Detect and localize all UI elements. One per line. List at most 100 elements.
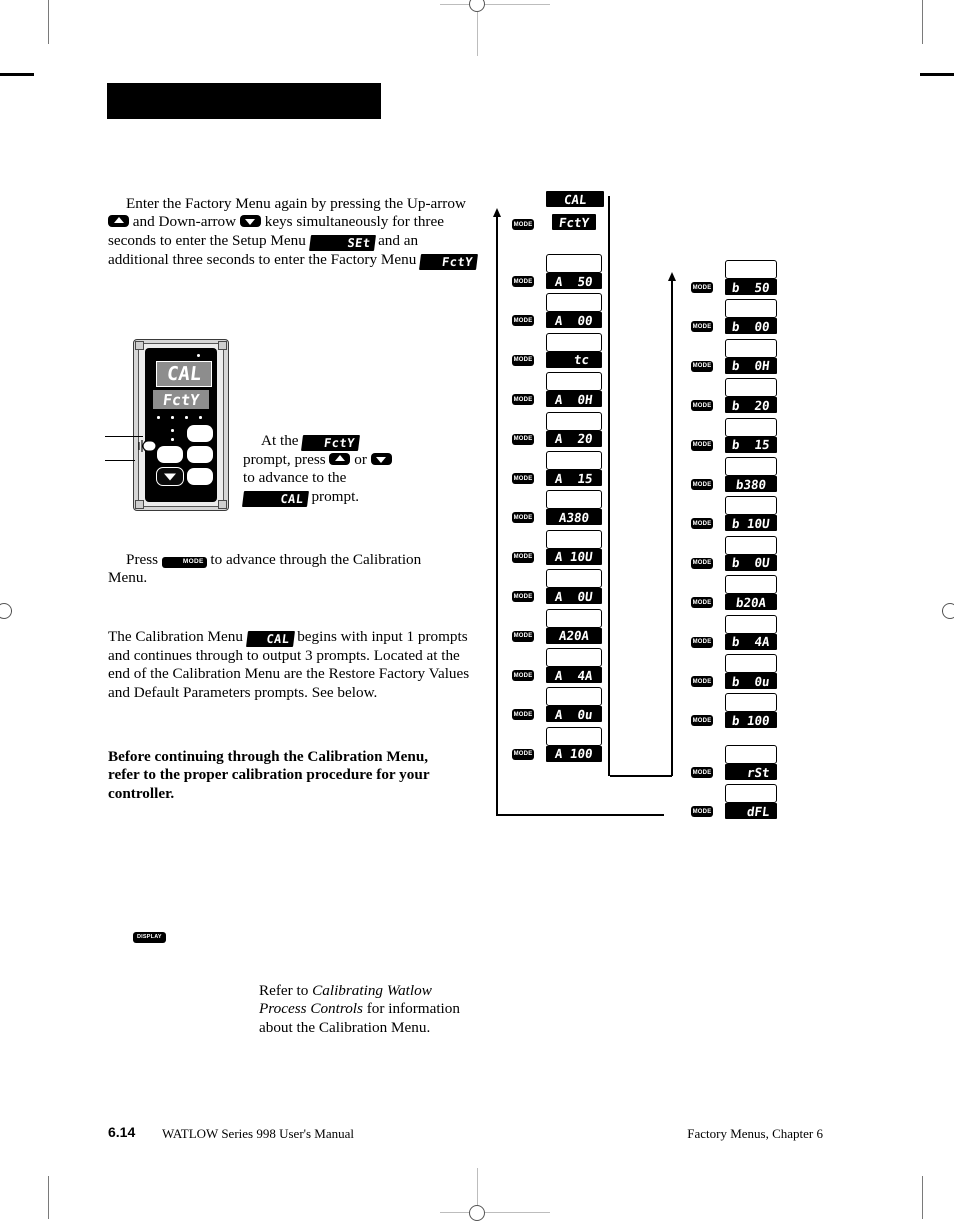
section-header-bar [107, 83, 381, 119]
flow-led-prompt: A 100 [546, 745, 602, 762]
para4-text-1: The Calibration Menu [108, 628, 243, 645]
flow-led-prompt: A 50 [546, 273, 602, 289]
flow-value-box [725, 378, 777, 398]
led-prompt-cal: CAL [242, 490, 309, 507]
para2-text-5: prompt. [311, 487, 360, 505]
flow-value-box [725, 614, 777, 634]
flow-led-prompt: A380 [546, 509, 602, 526]
registration-mark-top [440, 4, 550, 5]
flow-mode-key-label: MODE [513, 672, 533, 679]
flow-value-box [546, 411, 602, 431]
down-arrow-key-icon [239, 215, 261, 228]
trim-mark-right [922, 0, 923, 44]
flow-led-prompt: A 0u [546, 706, 602, 723]
flow-mode-key-label: MODE [692, 560, 712, 567]
flow-value-box [725, 535, 777, 555]
flow-mode-key: MODE [512, 512, 534, 524]
flow-mode-key-label: MODE [692, 284, 712, 291]
flow-mode-key: MODE [691, 715, 713, 727]
flow-mode-key: MODE [691, 518, 713, 530]
flow-mode-key-label: MODE [513, 751, 533, 758]
flow-led-prompt-value: b 0u [731, 673, 771, 689]
led-prompt-fcty-2: FctY [301, 435, 361, 451]
flow-mode-key-label: MODE [692, 678, 712, 685]
flow-value-box [725, 654, 777, 673]
flow-value-box [546, 451, 602, 470]
flow-led-prompt: b 10U [725, 515, 777, 532]
flow-right-bottom-connector [610, 775, 672, 777]
down-arrow-icon [164, 473, 176, 480]
led-prompt-set: SEt [308, 234, 376, 251]
flow-mode-key: MODE [691, 636, 713, 648]
footer-chapter: Factory Menus, Chapter 6 [687, 1126, 823, 1141]
paragraph-calibration-menu: The Calibration Menu CAL begins with inp… [108, 628, 480, 702]
flow-mode-key: MODE [512, 630, 534, 642]
para2-text-3: or [354, 451, 367, 468]
flow-mode-key: MODE [512, 276, 534, 287]
flow-led-prompt: A20A [546, 627, 602, 644]
para2-text-4: to advance to the [243, 469, 347, 487]
flow-mode-key-label: MODE [692, 481, 712, 488]
registration-mark-bottom [440, 1212, 550, 1213]
flow-value-box [546, 648, 602, 667]
para3-text-1: Press [126, 551, 159, 568]
controller-corner-tl [135, 341, 144, 350]
mode-key-icon: MODE [161, 556, 207, 568]
flow-mode-key: MODE [691, 597, 713, 609]
flow-led-prompt: b 50 [725, 279, 777, 295]
flow-mode-key-label: MODE [513, 475, 533, 482]
up-arrow-key-icon [108, 215, 129, 228]
controller-down-arrow-button[interactable] [156, 467, 184, 486]
flow-mode-key: MODE [691, 360, 713, 372]
flow-mode-key: MODE [512, 709, 534, 721]
display-key-icon: DISPLAY [133, 932, 166, 943]
flow-mode-key: MODE [691, 557, 713, 569]
controller-corner-bl [135, 500, 144, 509]
flow-led-fcty-head-value: FctY [558, 214, 590, 230]
controller-corner-tr [218, 341, 227, 350]
controller-button-mid-right[interactable] [187, 446, 213, 463]
flow-value-box [725, 299, 777, 319]
flow-right-spine [671, 280, 673, 776]
flow-mode-key-label: MODE [692, 599, 712, 606]
controller-button-bottom-right[interactable] [187, 468, 213, 485]
flow-mode-key-head: MODE [512, 219, 534, 230]
flow-mode-key-label: MODE [513, 554, 533, 561]
flow-value-box [725, 575, 777, 595]
flow-led-prompt-value: b 50 [731, 279, 771, 295]
flow-led-prompt: A 0H [546, 391, 602, 408]
flow-value-box [546, 293, 602, 313]
flow-left-arrowhead-icon [493, 208, 501, 217]
para2-text-1: At the [261, 432, 299, 449]
flow-value-box [725, 417, 777, 437]
flow-mode-key-label: MODE [513, 436, 533, 443]
flow-mode-key-label: MODE [692, 520, 712, 527]
flow-led-prompt-value: b 4A [731, 634, 771, 650]
flow-led-prompt-value: A 10U [554, 549, 594, 565]
flow-mode-key: MODE [691, 767, 713, 778]
controller-indicator-6 [171, 438, 174, 441]
controller-button-top-right[interactable] [187, 425, 213, 442]
flow-led-prompt: b 0H [725, 357, 777, 374]
callout-leader-top [105, 436, 143, 437]
paragraph-warning: Before continuing through the Calibratio… [108, 748, 430, 802]
controller-sub-display: FctY [153, 390, 209, 409]
flow-led-prompt-value: A 0U [554, 588, 594, 604]
controller-main-display-value: CAL [165, 363, 203, 385]
flow-led-prompt: b 4A [725, 633, 777, 650]
flow-value-box [725, 457, 777, 476]
flow-mode-key-label: MODE [692, 363, 712, 370]
flow-mode-key-head-label: MODE [513, 221, 533, 228]
flow-mode-key: MODE [512, 433, 534, 445]
controller-main-display: CAL [156, 361, 212, 387]
controller-up-arrow-button[interactable] [157, 446, 183, 463]
flow-mode-key: MODE [691, 806, 713, 818]
flow-value-box [546, 490, 602, 510]
flow-mode-key: MODE [512, 354, 534, 366]
flow-mode-key: MODE [691, 321, 713, 333]
flow-led-prompt-value: b 0U [731, 555, 771, 571]
flow-mode-key-label: MODE [513, 593, 533, 600]
flow-mode-key-label: MODE [692, 402, 712, 409]
controller-sub-display-value: FctY [161, 390, 201, 409]
flow-led-prompt-value: rSt [731, 764, 771, 780]
